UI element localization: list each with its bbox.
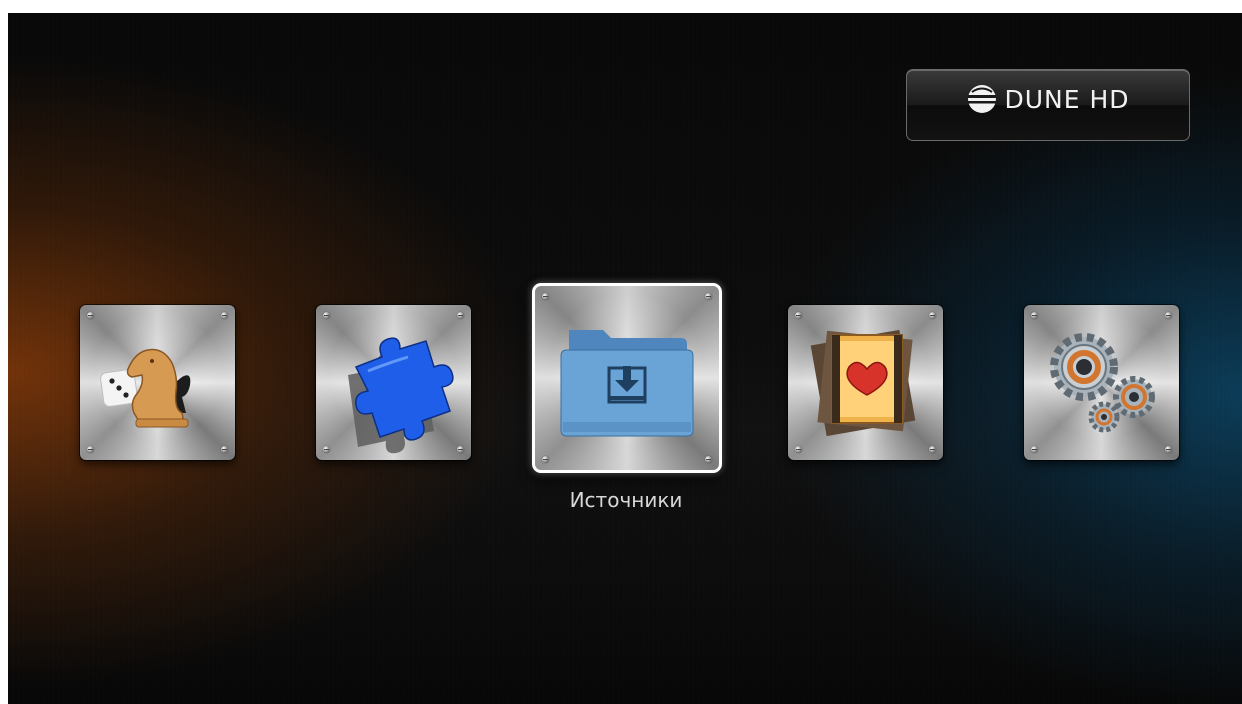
selected-item-caption: Источники [569, 488, 683, 512]
menu-item-favorites[interactable] [788, 305, 943, 460]
menu-item-games[interactable] [80, 305, 235, 460]
chess-knight-dice-icon [100, 348, 191, 428]
menu-item-sources[interactable] [532, 283, 722, 473]
folder-download-icon [560, 330, 694, 437]
menu-item-setup[interactable] [1024, 305, 1179, 460]
home-screen: DUNE HD Источники [8, 13, 1242, 704]
film-heart-icon [810, 329, 916, 437]
logo-text: DUNE HD [1004, 84, 1130, 114]
dune-hd-logo: DUNE HD [906, 69, 1190, 141]
dune-globe-icon [968, 85, 997, 113]
puzzle-icon [348, 337, 454, 454]
gears-icon [1050, 333, 1155, 433]
menu-item-applications[interactable] [316, 305, 471, 460]
